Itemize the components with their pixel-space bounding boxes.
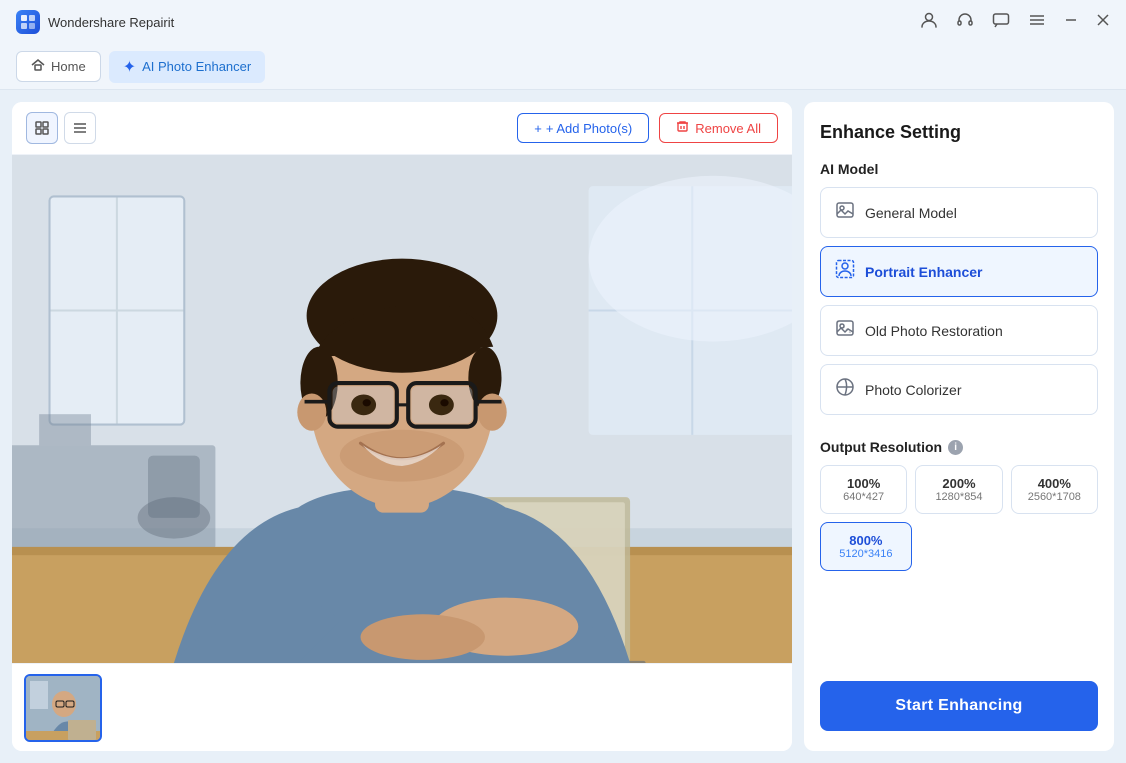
close-icon[interactable] [1096,13,1110,32]
enhancer-icon: ✦ [123,57,136,77]
view-toggles [26,112,96,144]
photo-toolbar: + + Add Photo(s) Remove All [12,102,792,155]
nav-bar: Home ✦ AI Photo Enhancer [0,44,1126,90]
general-model-icon [835,200,855,225]
model-option-general[interactable]: General Model [820,187,1098,238]
old-photo-label: Old Photo Restoration [865,323,1003,339]
res-100-dim: 640*427 [827,491,900,503]
res-200-dim: 1280*854 [922,491,995,503]
right-panel: Enhance Setting AI Model General Model [804,102,1114,751]
title-bar: Wondershare Repairit [0,0,1126,44]
toolbar-actions: + + Add Photo(s) Remove All [517,113,778,143]
trash-icon [676,120,689,136]
old-photo-icon [835,318,855,343]
portrait-model-label: Portrait Enhancer [865,264,982,280]
resolution-section-label: Output Resolution i [820,439,1098,455]
home-icon [31,58,45,75]
main-layout: + + Add Photo(s) Remove All [0,90,1126,763]
colorizer-icon [835,377,855,402]
start-btn-container: Start Enhancing [820,665,1098,731]
thumbnail-strip [12,663,792,751]
ai-model-label: AI Model [820,161,1098,177]
resolution-section: Output Resolution i 100% 640*427 200% 12… [820,439,1098,571]
account-icon[interactable] [920,11,938,34]
model-option-old-photo[interactable]: Old Photo Restoration [820,305,1098,356]
res-400-pct: 400% [1018,476,1091,491]
resolution-400-button[interactable]: 400% 2560*1708 [1011,465,1098,514]
output-resolution-text: Output Resolution [820,439,942,455]
portrait-model-icon [835,259,855,284]
res-800-pct: 800% [827,533,905,548]
photo-preview-area [12,155,792,663]
remove-all-label: Remove All [695,121,761,136]
add-photos-button[interactable]: + + Add Photo(s) [517,113,649,143]
res-200-pct: 200% [922,476,995,491]
res-800-dim: 5120*3416 [827,548,905,560]
active-tab-label: AI Photo Enhancer [142,59,251,74]
title-bar-controls [920,11,1110,34]
ai-photo-enhancer-tab[interactable]: ✦ AI Photo Enhancer [109,51,266,83]
general-model-label: General Model [865,205,957,221]
res-400-dim: 2560*1708 [1018,491,1091,503]
resolution-800-button[interactable]: 800% 5120*3416 [820,522,912,571]
model-option-colorizer[interactable]: Photo Colorizer [820,364,1098,415]
resolution-200-button[interactable]: 200% 1280*854 [915,465,1002,514]
resolution-grid: 100% 640*427 200% 1280*854 400% 2560*170… [820,465,1098,514]
message-icon[interactable] [992,11,1010,34]
app-title: Wondershare Repairit [48,15,174,30]
panel-title: Enhance Setting [820,122,1098,143]
headphones-icon[interactable] [956,11,974,34]
list-view-button[interactable] [64,112,96,144]
home-tab[interactable]: Home [16,51,101,82]
start-enhancing-button[interactable]: Start Enhancing [820,681,1098,731]
resolution-100-button[interactable]: 100% 640*427 [820,465,907,514]
model-option-portrait[interactable]: Portrait Enhancer [820,246,1098,297]
main-photo [12,155,792,663]
minimize-icon[interactable] [1064,13,1078,32]
home-tab-label: Home [51,59,86,74]
app-icon [16,10,40,34]
menu-icon[interactable] [1028,11,1046,34]
remove-all-button[interactable]: Remove All [659,113,778,143]
title-bar-left: Wondershare Repairit [16,10,174,34]
info-icon[interactable]: i [948,440,963,455]
add-icon: + [534,121,542,136]
res-100-pct: 100% [827,476,900,491]
thumbnail-image [26,676,100,740]
colorizer-label: Photo Colorizer [865,382,962,398]
add-photos-label: + Add Photo(s) [546,121,632,136]
grid-view-button[interactable] [26,112,58,144]
thumbnail-item[interactable] [24,674,102,742]
left-panel: + + Add Photo(s) Remove All [12,102,792,751]
